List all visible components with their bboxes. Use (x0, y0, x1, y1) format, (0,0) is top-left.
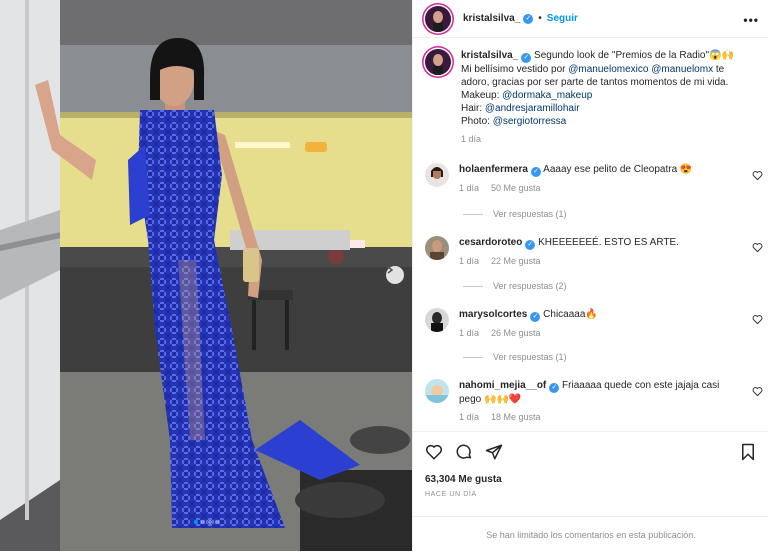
verified-badge-icon: ✓ (521, 53, 532, 63)
avatar-image (425, 49, 451, 75)
mention-link[interactable]: @dormaka_makeup (502, 90, 592, 101)
caption-username[interactable]: kristalsilva_ (461, 50, 518, 61)
carousel-dot (207, 520, 212, 524)
post-actions: 63,304 Me gusta HACE UN DÍA Se han limit… (413, 431, 768, 551)
comment-text: marysolcortes ✓ Chicaaaa🔥 1 día 26 Me gust… (459, 308, 598, 340)
caption-label: Photo: (461, 116, 493, 127)
replies-line (463, 285, 483, 287)
view-replies-button[interactable]: Ver respuestas (1) (463, 352, 567, 362)
post-date: HACE UN DÍA (425, 491, 477, 498)
comment-body: Chicaaaa🔥 (543, 309, 598, 320)
comment-time: 1 día (459, 412, 480, 422)
instagram-post: kristalsilva_ ✓ • Seguir ••• kristalsilv… (0, 0, 768, 551)
comment-body: Aaaay ese pelito de Cleopatra 😍 (543, 164, 693, 175)
chevron-right-icon (387, 266, 394, 274)
mention-link[interactable]: @manuelomx (651, 64, 713, 75)
view-replies-button[interactable]: Ver respuestas (2) (463, 281, 567, 291)
commenter-avatar[interactable] (425, 308, 449, 332)
caption-line: Mi bellísimo vestido por (461, 64, 569, 75)
comment-time: 1 día (459, 256, 480, 266)
heart-icon[interactable] (425, 443, 443, 461)
like-comment-heart-icon[interactable] (752, 242, 763, 253)
commenter-avatar[interactable] (425, 163, 449, 187)
caption-line: te (713, 64, 725, 75)
comment-likes[interactable]: 50 Me gusta (491, 183, 541, 193)
comment-item: cesardoroteo ✓ KHEEEEEEÉ. ESTO ES ARTE. 1… (425, 236, 755, 268)
like-comment-heart-icon[interactable] (752, 386, 763, 397)
carousel-dot (214, 520, 219, 524)
author-avatar[interactable] (425, 5, 451, 32)
commenter-avatar[interactable] (425, 236, 449, 260)
avatar-image (425, 308, 449, 332)
verified-badge-icon: ✓ (530, 167, 541, 177)
caption-text: kristalsilva_ ✓ Segundo look de "Premios … (461, 49, 734, 146)
separator-dot: • (538, 13, 542, 24)
carousel-dot (200, 520, 205, 524)
comments-list[interactable]: kristalsilva_ ✓ Segundo look de "Premios … (413, 39, 768, 431)
more-options-icon[interactable]: ••• (743, 13, 759, 27)
carousel-dot (193, 520, 198, 524)
mention-link[interactable]: @andresjaramillohair (485, 103, 580, 114)
comment-time: 1 día (459, 328, 480, 338)
comment-body: KHEEEEEEÉ. ESTO ES ARTE. (538, 237, 679, 248)
next-photo-button[interactable] (386, 266, 404, 284)
comment-username[interactable]: marysolcortes (459, 309, 527, 320)
comment-text: cesardoroteo ✓ KHEEEEEEÉ. ESTO ES ARTE. 1… (459, 236, 679, 268)
view-replies-label: Ver respuestas (1) (493, 209, 567, 219)
verified-badge-icon: ✓ (523, 13, 534, 24)
avatar-image (425, 379, 449, 403)
caption-label: Hair: (461, 103, 485, 114)
comment-item: holaenfermera ✓ Aaaay ese pelito de Cleop… (425, 163, 755, 195)
like-comment-heart-icon[interactable] (752, 170, 763, 181)
caption-avatar[interactable] (425, 49, 451, 75)
photo-illustration (0, 0, 412, 551)
view-replies-button[interactable]: Ver respuestas (1) (463, 209, 567, 219)
comments-limited-notice: Se han limitado los comentarios en esta … (413, 516, 768, 552)
like-comment-heart-icon[interactable] (752, 314, 763, 325)
caption-line: adoro, gracias por ser parte de tantos m… (461, 77, 729, 88)
comment-username[interactable]: holaenfermera (459, 164, 528, 175)
comment-text: holaenfermera ✓ Aaaay ese pelito de Cleop… (459, 163, 692, 195)
view-replies-label: Ver respuestas (2) (493, 281, 567, 291)
comment-likes[interactable]: 18 Me gusta (491, 412, 541, 422)
avatar-image (425, 5, 451, 32)
comment-icon[interactable] (455, 443, 473, 461)
comment-item: marysolcortes ✓ Chicaaaa🔥 1 día 26 Me gust… (425, 308, 755, 340)
replies-line (463, 213, 483, 215)
likes-count[interactable]: 63,304 Me gusta (425, 474, 502, 485)
share-icon[interactable] (485, 443, 503, 461)
caption-label: Makeup: (461, 90, 503, 101)
comment-item: nahomi_mejia__of ✓ Friaaaaa quede con est… (425, 379, 755, 424)
commenter-avatar[interactable] (425, 379, 449, 403)
caption-time: 1 día (461, 134, 482, 144)
mention-link[interactable]: @sergiotorressa (493, 116, 567, 127)
bookmark-icon[interactable] (739, 443, 757, 461)
comment-username[interactable]: nahomi_mejia__of (459, 380, 546, 391)
mention-link[interactable]: @manuelomexico (568, 64, 648, 75)
post-header: kristalsilva_ ✓ • Seguir ••• (413, 0, 768, 38)
post-caption: kristalsilva_ ✓ Segundo look de "Premios … (425, 49, 755, 146)
avatar-image (425, 236, 449, 260)
post-sidebar: kristalsilva_ ✓ • Seguir ••• kristalsilv… (412, 0, 768, 551)
comment-username[interactable]: cesardoroteo (459, 237, 522, 248)
comment-body: pego 🙌🙌❤️ (459, 394, 522, 405)
comment-time: 1 día (459, 183, 480, 193)
verified-badge-icon: ✓ (549, 383, 560, 393)
carousel-indicator (0, 520, 412, 524)
author-username[interactable]: kristalsilva_ (463, 13, 520, 24)
avatar-image (425, 163, 449, 187)
post-photo[interactable] (0, 0, 412, 551)
comment-text: nahomi_mejia__of ✓ Friaaaaa quede con est… (459, 379, 719, 424)
view-replies-label: Ver respuestas (1) (493, 352, 567, 362)
verified-badge-icon: ✓ (525, 240, 536, 250)
caption-line: Segundo look de "Premios de la Radio"😱🙌 (534, 50, 734, 61)
verified-badge-icon: ✓ (530, 312, 541, 322)
comment-likes[interactable]: 26 Me gusta (491, 328, 541, 338)
replies-line (463, 356, 483, 358)
comment-body: Friaaaaa quede con este jajaja casi (562, 380, 720, 391)
follow-button[interactable]: Seguir (547, 13, 578, 24)
comment-likes[interactable]: 22 Me gusta (491, 256, 541, 266)
